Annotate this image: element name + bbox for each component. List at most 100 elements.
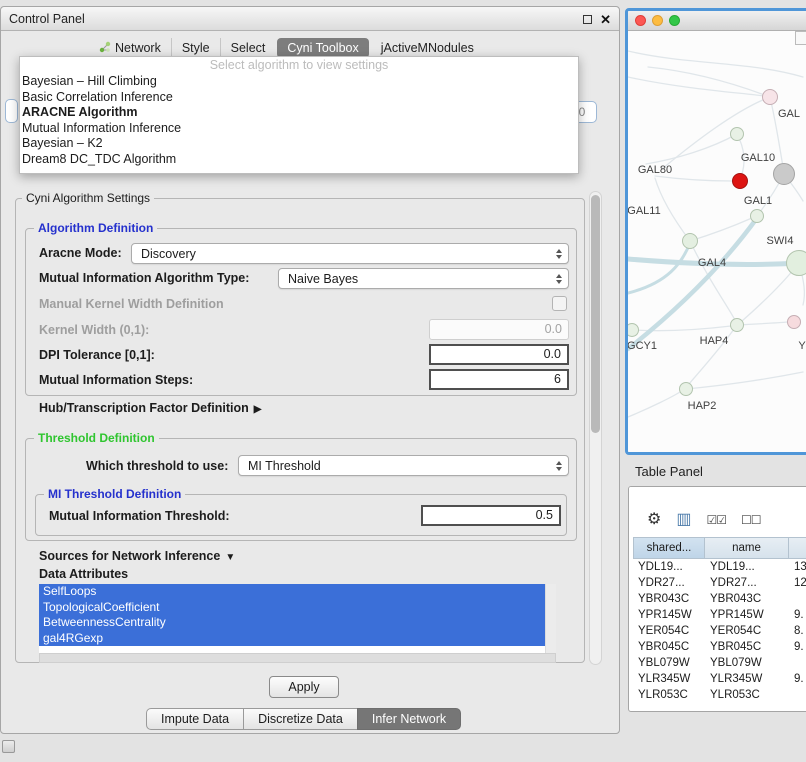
down-arrow-icon <box>556 467 562 471</box>
network-icon <box>99 41 111 56</box>
minimize-traffic-light-icon[interactable] <box>652 15 663 26</box>
network-node[interactable] <box>730 127 744 141</box>
network-edge <box>628 392 680 417</box>
settings-scrollbar-thumb[interactable] <box>591 195 600 433</box>
up-arrow-icon <box>556 274 562 278</box>
algorithm-option[interactable]: ARACNE Algorithm <box>20 105 578 121</box>
mi-type-select[interactable]: Naive Bayes <box>278 268 569 289</box>
network-edge <box>655 176 732 181</box>
table-cell: YER054C <box>705 623 789 639</box>
attribute-item[interactable]: gal4RGexp <box>39 631 545 647</box>
sources-section-toggle[interactable]: Sources for Network Inference▼ <box>39 549 235 563</box>
tab-style[interactable]: Style <box>171 38 220 58</box>
column-header-shared[interactable]: shared... <box>633 537 705 559</box>
table-row[interactable]: YER054CYER054C8. <box>633 623 806 639</box>
network-scrollbar-corner[interactable] <box>795 31 806 45</box>
tab-cyni-toolbox[interactable]: Cyni Toolbox <box>277 38 368 58</box>
table-cell: 12 <box>789 575 806 591</box>
table-row[interactable]: YDR27...YDR27...12 <box>633 575 806 591</box>
kernel-width-field: 0.0 <box>429 319 569 340</box>
table-header-row: shared...name <box>633 537 806 559</box>
table-row[interactable]: YPR145WYPR145W9. <box>633 607 806 623</box>
attributes-scrollbar[interactable] <box>545 584 556 653</box>
manual-kernel-checkbox[interactable] <box>552 296 567 311</box>
network-node[interactable] <box>679 382 693 396</box>
attribute-item[interactable]: SelfLoops <box>39 584 545 600</box>
table-row[interactable]: YBR043CYBR043C <box>633 591 806 607</box>
which-threshold-value: MI Threshold <box>248 459 321 473</box>
up-arrow-icon <box>556 461 562 465</box>
table-cell: YDL19... <box>705 559 789 575</box>
close-traffic-light-icon[interactable] <box>635 15 646 26</box>
aracne-mode-select[interactable]: Discovery <box>131 243 569 264</box>
attributes-horizontal-scrollbar[interactable] <box>39 653 556 663</box>
tab-jactivemnodules[interactable]: jActiveMNodules <box>371 38 484 58</box>
deselect-all-columns-icon[interactable]: ☐☐ <box>741 514 761 526</box>
column-header-name[interactable]: name <box>705 537 789 559</box>
tab-label: jActiveMNodules <box>381 41 474 55</box>
bottom-tab-infer-network[interactable]: Infer Network <box>357 708 461 730</box>
bottom-tab-impute-data[interactable]: Impute Data <box>146 708 244 730</box>
algorithm-option[interactable]: Mutual Information Inference <box>20 121 578 137</box>
network-node[interactable] <box>762 89 778 105</box>
network-node[interactable] <box>750 209 764 223</box>
network-node-label: GAL80 <box>638 164 672 176</box>
control-panel-titlebar[interactable]: Control Panel ✕ <box>1 7 619 31</box>
mi-threshold-field[interactable]: 0.5 <box>421 505 561 526</box>
tab-select[interactable]: Select <box>220 38 276 58</box>
docked-panel-icon[interactable] <box>2 740 15 753</box>
attribute-item[interactable]: BetweennessCentrality <box>39 615 545 631</box>
algorithm-option[interactable]: Bayesian – K2 <box>20 136 578 152</box>
network-node[interactable] <box>786 250 806 276</box>
table-row[interactable]: YLR345WYLR345W9. <box>633 671 806 687</box>
network-node-label: GAL1 <box>744 195 772 207</box>
data-attributes-list[interactable]: SelfLoopsTopologicalCoefficientBetweenne… <box>39 584 556 653</box>
table-cell: 9. <box>789 671 806 687</box>
table-cell: YLR053C <box>633 687 705 703</box>
network-canvas[interactable]: GALGAL80GAL10GAL11GAL1SWI4GAL4GCY1HAP4YH… <box>628 31 806 452</box>
which-threshold-select[interactable]: MI Threshold <box>238 455 569 476</box>
zoom-traffic-light-icon[interactable] <box>669 15 680 26</box>
table-cell: YDR27... <box>705 575 789 591</box>
hub-section-toggle[interactable]: Hub/Transcription Factor Definition▶ <box>39 401 261 415</box>
column-header-extra[interactable] <box>789 537 806 559</box>
down-arrow-icon <box>556 255 562 259</box>
algorithm-option[interactable]: Bayesian – Hill Climbing <box>20 74 578 90</box>
attribute-items: SelfLoopsTopologicalCoefficientBetweenne… <box>39 584 556 646</box>
mi-steps-field[interactable]: 6 <box>429 369 569 390</box>
table-cell: YPR145W <box>705 607 789 623</box>
column-selector-icon[interactable]: ▥ <box>676 512 691 528</box>
network-node[interactable] <box>787 315 801 329</box>
apply-button[interactable]: Apply <box>269 676 339 698</box>
float-window-icon[interactable] <box>583 15 592 24</box>
table-row[interactable]: YDL19...YDL19...13 <box>633 559 806 575</box>
algorithm-option[interactable]: Basic Correlation Inference <box>20 90 578 106</box>
table-cell: YDL19... <box>633 559 705 575</box>
table-row[interactable]: YBL079WYBL079W <box>633 655 806 671</box>
table-body: YDL19...YDL19...13YDR27...YDR27...12YBR0… <box>633 559 806 711</box>
table-row[interactable]: YBR045CYBR045C9. <box>633 639 806 655</box>
algorithm-placeholder: Select algorithm to view settings <box>20 57 578 74</box>
network-node[interactable] <box>682 233 698 249</box>
network-window-titlebar[interactable] <box>628 11 806 31</box>
table-row[interactable]: YLR053CYLR053C <box>633 687 806 703</box>
aracne-mode-value: Discovery <box>141 247 196 261</box>
select-all-columns-icon[interactable]: ☑☑ <box>706 514 726 526</box>
settings-scrollbar[interactable] <box>589 191 602 665</box>
bottom-tab-discretize-data[interactable]: Discretize Data <box>243 708 358 730</box>
network-node[interactable] <box>773 163 795 185</box>
network-node[interactable] <box>732 173 748 189</box>
table-panel-window: ⚙▥☑☑☐☐ shared...name YDL19...YDL19...13Y… <box>628 486 806 712</box>
close-window-icon[interactable]: ✕ <box>600 13 611 26</box>
sources-section-label: Sources for Network Inference <box>39 549 220 563</box>
network-node-label: GCY1 <box>628 340 657 352</box>
network-edge <box>689 325 737 384</box>
dpi-tolerance-field[interactable]: 0.0 <box>429 344 569 365</box>
algorithm-option[interactable]: Dream8 DC_TDC Algorithm <box>20 152 578 168</box>
gear-icon[interactable]: ⚙ <box>647 512 661 528</box>
attribute-item[interactable]: TopologicalCoefficient <box>39 600 545 616</box>
network-node[interactable] <box>730 318 744 332</box>
table-cell: YLR345W <box>633 671 705 687</box>
mi-type-label: Mutual Information Algorithm Type: <box>39 271 249 285</box>
mi-type-value: Naive Bayes <box>288 272 358 286</box>
